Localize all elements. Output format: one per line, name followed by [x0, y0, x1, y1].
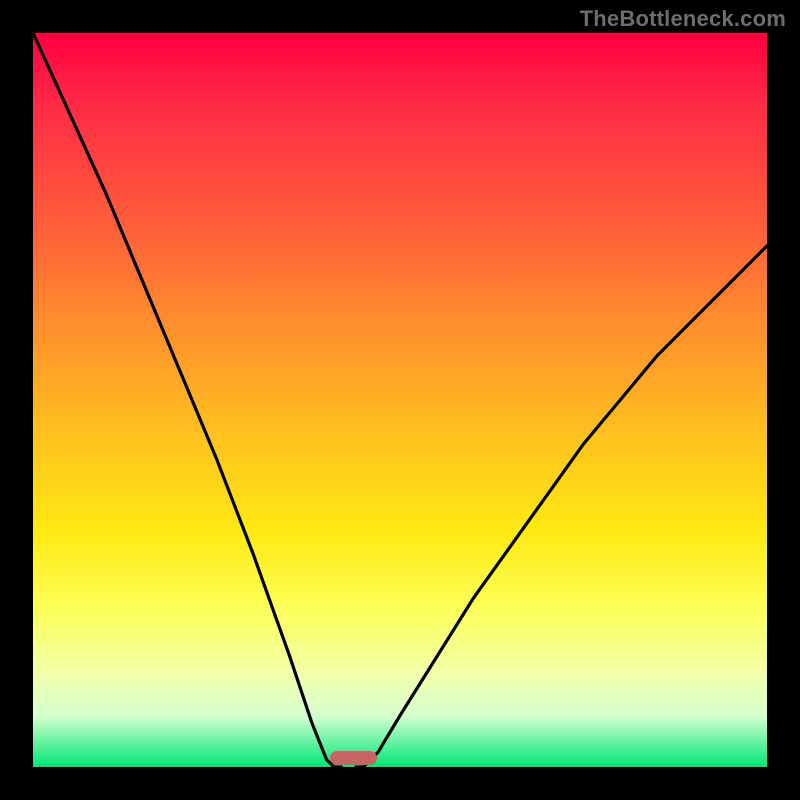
watermark-text: TheBottleneck.com [580, 6, 786, 32]
bottleneck-curve [33, 33, 767, 767]
minimum-marker [330, 751, 377, 765]
chart-frame: TheBottleneck.com [0, 0, 800, 800]
curve-right-branch [356, 246, 767, 767]
curve-left-branch [33, 33, 341, 767]
plot-area [33, 33, 767, 767]
